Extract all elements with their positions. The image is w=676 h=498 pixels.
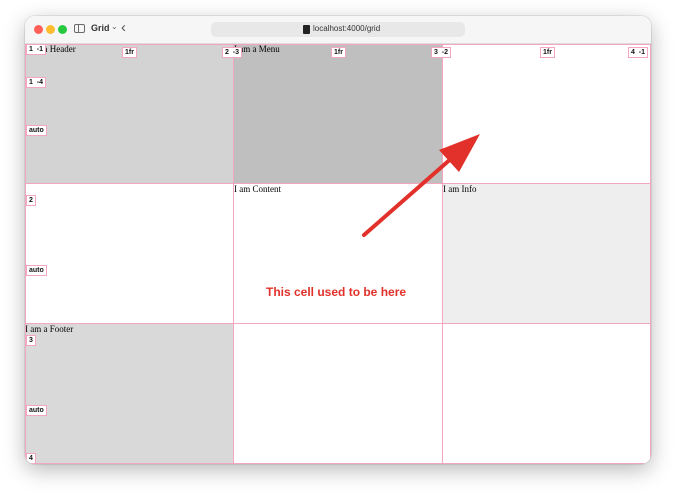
minimize-window-button[interactable] <box>46 25 55 34</box>
page-document-icon <box>303 25 310 34</box>
close-window-button[interactable] <box>34 25 43 34</box>
annotation-text: This cell used to be here <box>266 285 407 299</box>
address-bar[interactable]: localhost:4000/grid <box>211 22 465 37</box>
zoom-window-button[interactable] <box>58 25 67 34</box>
annotation-arrow-shaft <box>362 155 455 237</box>
url-text[interactable]: localhost:4000/grid <box>313 24 380 33</box>
annotation-arrow <box>362 134 480 237</box>
back-button[interactable]: ‹ <box>121 19 126 36</box>
chevron-down-icon[interactable]: ⌄ <box>111 22 118 31</box>
page-viewport: I am a Header I am a Menu I am Content I… <box>25 44 651 464</box>
browser-toolbar: Grid ⌄ ‹ localhost:4000/grid <box>25 16 651 44</box>
tab-group-label[interactable]: Grid <box>91 23 110 33</box>
sidebar-toggle-icon[interactable] <box>74 24 85 33</box>
browser-window: Grid ⌄ ‹ localhost:4000/grid I am a Head… <box>25 16 651 464</box>
